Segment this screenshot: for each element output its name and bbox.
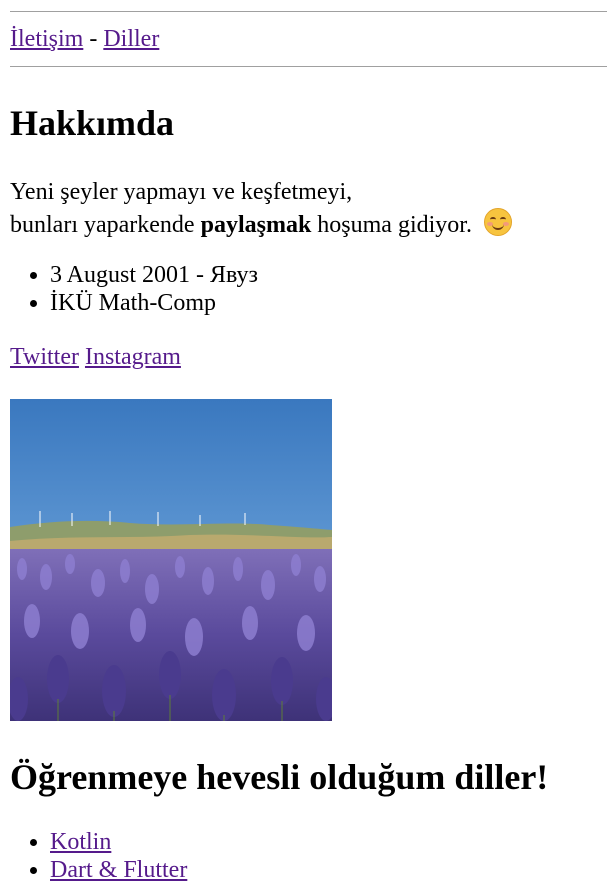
top-nav: İletişim - Diller [10,25,159,54]
twitter-link[interactable]: Twitter [10,344,79,370]
language-item-dart-flutter: Dart & Flutter [50,856,187,884]
about-intro: Yeni şeyler yapmayı ve keşfetmeyi, bunla… [10,176,512,241]
smiling-face-icon [483,208,512,236]
languages-list: Kotlin Dart & Flutter [0,828,187,884]
intro-line-1: Yeni şeyler yapmayı ve keşfetmeyi, [10,179,353,205]
intro-line-2-start: bunları yaparkende [10,212,201,238]
lavender-photo [10,399,332,721]
language-item-kotlin: Kotlin [50,828,187,856]
intro-bold-word: paylaşmak [200,212,312,238]
dart-flutter-link[interactable]: Dart & Flutter [50,857,187,883]
info-item-school: İKÜ Math-Comp [50,289,258,317]
intro-line-2-end: hoşuma gidiyor. [311,212,472,238]
nav-divider [10,66,607,67]
nav-separator: - [89,26,98,52]
instagram-link[interactable]: Instagram [85,344,181,370]
top-divider [10,11,607,12]
info-list: 3 August 2001 - Явуз İKÜ Math-Comp [0,261,258,317]
languages-title: Öğrenmeye hevesli olduğum diller! [10,757,549,797]
nav-link-languages[interactable]: Diller [103,26,159,52]
about-title: Hakkımda [10,103,175,143]
kotlin-link[interactable]: Kotlin [50,829,111,855]
info-item-birth: 3 August 2001 - Явуз [50,261,258,289]
social-links: Twitter Instagram [10,343,181,372]
nav-link-contact[interactable]: İletişim [10,26,83,52]
